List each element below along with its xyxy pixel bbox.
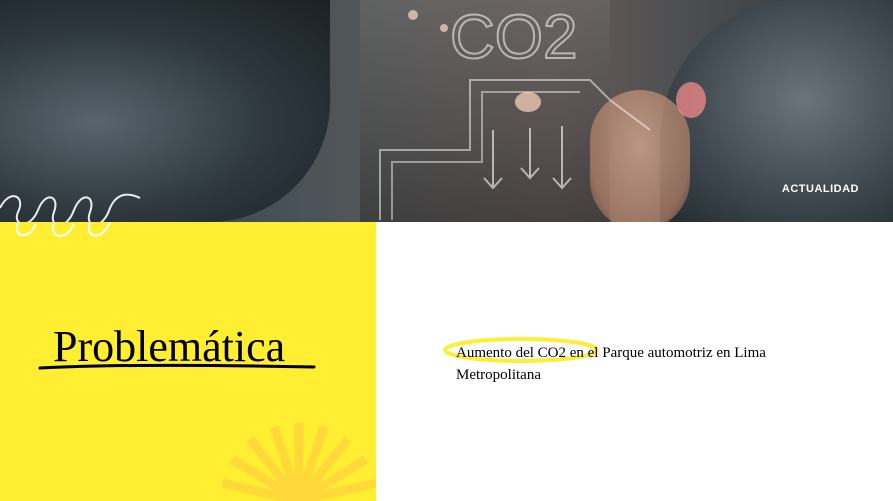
co2-sketch-overlay: CO2	[0, 2, 651, 222]
slide-description: Aumento del CO2 en el Parque automotriz …	[456, 345, 766, 383]
title-underline	[38, 363, 316, 370]
sun-rays-icon	[222, 423, 376, 501]
header-photo: CO2 ACTUALIDAD	[0, 0, 893, 222]
co2-text: CO2	[450, 3, 577, 72]
loop-scribble-tail	[15, 222, 111, 237]
title-panel: Problemática	[0, 222, 376, 501]
section-label: ACTUALIDAD	[781, 183, 859, 195]
